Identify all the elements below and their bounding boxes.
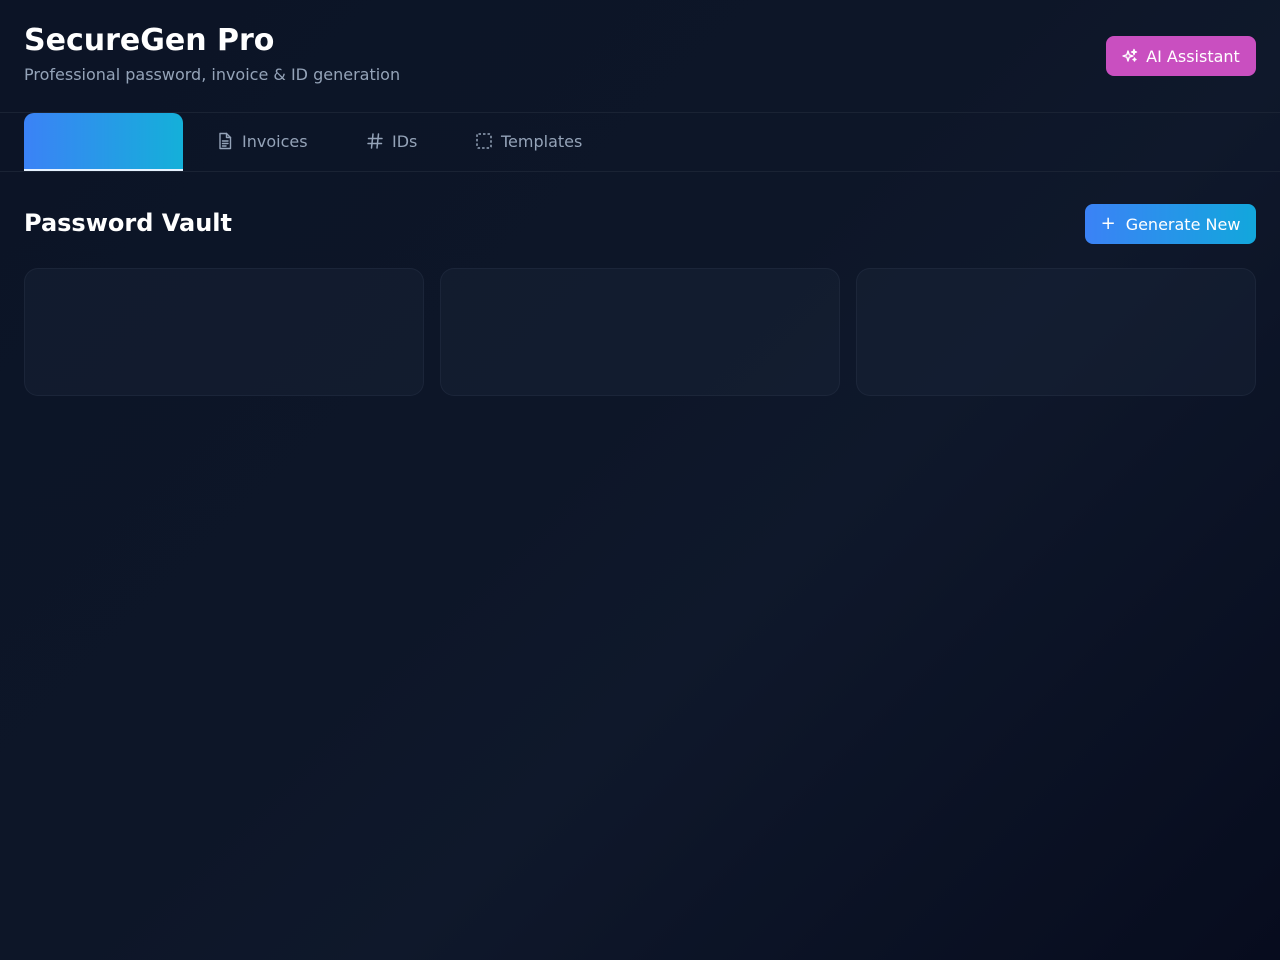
tab-templates-label: Templates bbox=[501, 131, 583, 151]
password-card bbox=[24, 268, 424, 396]
tab-bar: Invoices IDs Templates bbox=[0, 113, 1280, 172]
generate-new-button[interactable]: + Generate New bbox=[1085, 204, 1256, 244]
ai-assistant-label: AI Assistant bbox=[1146, 46, 1240, 66]
file-text-icon bbox=[216, 132, 234, 150]
plus-icon: + bbox=[1100, 213, 1116, 234]
password-card bbox=[856, 268, 1256, 396]
app-subtitle: Professional password, invoice & ID gene… bbox=[24, 65, 401, 84]
tab-ids-label: IDs bbox=[392, 131, 418, 151]
app-title: SecureGen Pro bbox=[24, 23, 275, 58]
dashed-square-icon bbox=[475, 132, 493, 150]
sparkles-icon bbox=[1122, 48, 1138, 64]
tab-ids[interactable]: IDs bbox=[366, 113, 417, 169]
ai-assistant-button[interactable]: AI Assistant bbox=[1106, 36, 1256, 76]
tab-templates[interactable]: Templates bbox=[475, 113, 582, 169]
hash-icon bbox=[366, 132, 384, 150]
section-title: Password Vault bbox=[24, 209, 232, 237]
password-card bbox=[440, 268, 840, 396]
app-header: SecureGen Pro Professional password, inv… bbox=[0, 0, 1280, 113]
tab-invoices-label: Invoices bbox=[242, 131, 308, 151]
generate-new-label: Generate New bbox=[1125, 214, 1241, 234]
tab-invoices[interactable]: Invoices bbox=[216, 113, 308, 169]
tab-passwords-active[interactable] bbox=[24, 113, 183, 171]
